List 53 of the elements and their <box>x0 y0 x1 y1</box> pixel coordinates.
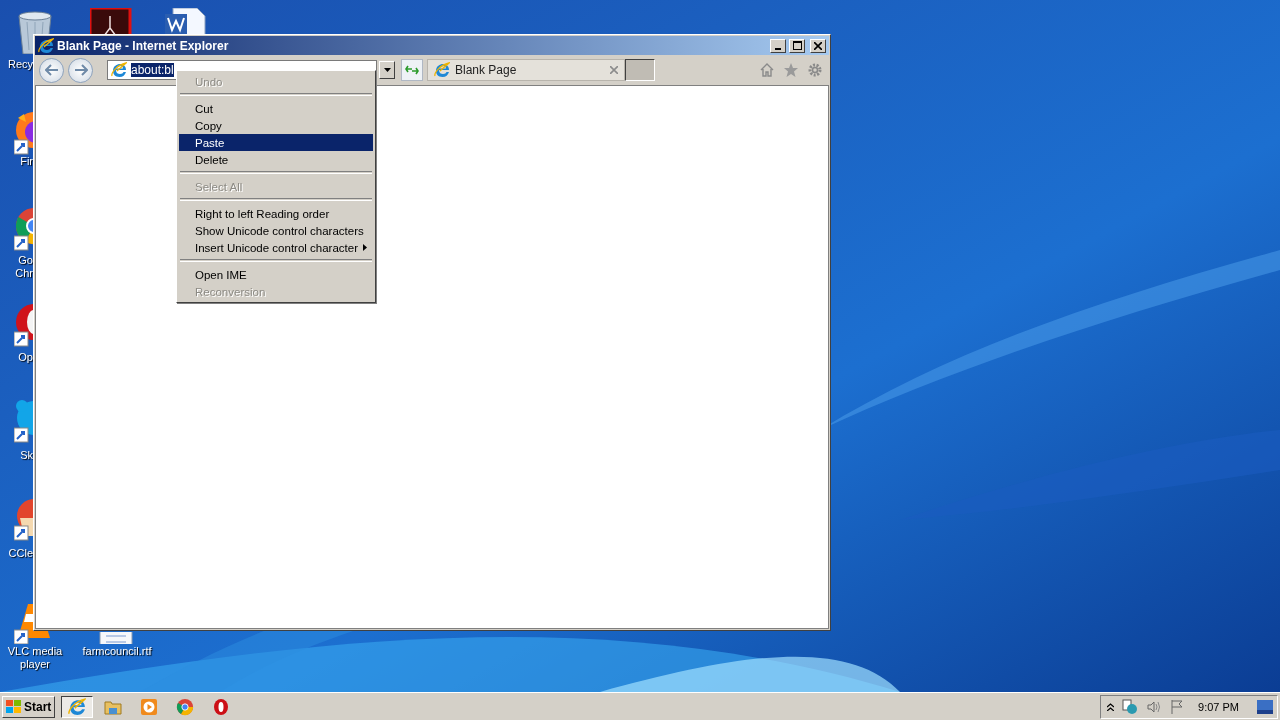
play-icon <box>140 697 159 716</box>
windows-logo-icon <box>6 699 22 714</box>
close-button[interactable] <box>810 38 826 53</box>
word-document-icon[interactable] <box>165 8 206 34</box>
maximize-button[interactable] <box>789 38 805 53</box>
dropdown-button[interactable] <box>379 61 395 79</box>
menu-item[interactable]: Insert Unicode control character <box>179 239 373 256</box>
icon-label: VLC media player <box>6 645 64 671</box>
menu-item[interactable]: Right to left Reading order <box>179 205 373 222</box>
caret-icon <box>383 68 391 72</box>
menu-item[interactable]: Open IME <box>179 266 373 283</box>
minimize-button[interactable] <box>770 38 786 53</box>
opera-icon <box>212 697 231 716</box>
refresh-button[interactable] <box>401 59 423 81</box>
minimize-icon <box>775 47 781 50</box>
clock[interactable]: 9:07 PM <box>1198 700 1239 713</box>
close-icon <box>814 41 822 50</box>
forward-arrow-icon <box>73 64 88 76</box>
icon-label: Go Chr <box>14 254 33 280</box>
back-button[interactable] <box>39 57 64 83</box>
icon-label: Op <box>17 351 33 364</box>
pdf-app-icon[interactable] <box>90 8 132 34</box>
menu-item[interactable]: Paste <box>179 134 373 151</box>
ie-icon <box>38 37 54 54</box>
menu-item[interactable]: Show Unicode control characters <box>179 222 373 239</box>
submenu-arrow-icon <box>363 244 367 251</box>
icon-label: Fir <box>19 155 33 168</box>
forward-button[interactable] <box>68 57 93 83</box>
flag-icon[interactable] <box>1170 698 1185 715</box>
ie-icon <box>68 697 87 716</box>
network-icon[interactable] <box>1122 698 1139 715</box>
document-icon[interactable] <box>99 632 133 644</box>
show-desktop-icon[interactable] <box>1257 699 1273 714</box>
chevron-up-icon[interactable] <box>1107 702 1115 711</box>
menu-item[interactable]: Cut <box>179 100 373 117</box>
icon-label: Sk <box>19 449 33 462</box>
ie-icon <box>111 62 127 78</box>
refresh-arrows-icon <box>405 64 419 76</box>
back-arrow-icon <box>44 64 59 76</box>
taskbar-app-button[interactable] <box>61 695 94 718</box>
maximize-icon <box>792 41 802 50</box>
window-title: Blank Page - Internet Explorer <box>57 38 230 53</box>
close-icon[interactable] <box>610 66 618 74</box>
icon-label: Recy <box>6 58 33 71</box>
chrome-icon <box>176 697 195 716</box>
ie-icon <box>434 62 450 78</box>
new-tab-button[interactable] <box>625 59 655 81</box>
icon-label: farmcouncil.rtf <box>81 645 153 658</box>
start-button[interactable]: Start <box>2 695 56 718</box>
menu-item[interactable]: Delete <box>179 151 373 168</box>
browser-tab[interactable]: Blank Page <box>427 59 625 81</box>
icon-label: CCle <box>7 547 33 560</box>
menu-item[interactable]: Copy <box>179 117 373 134</box>
